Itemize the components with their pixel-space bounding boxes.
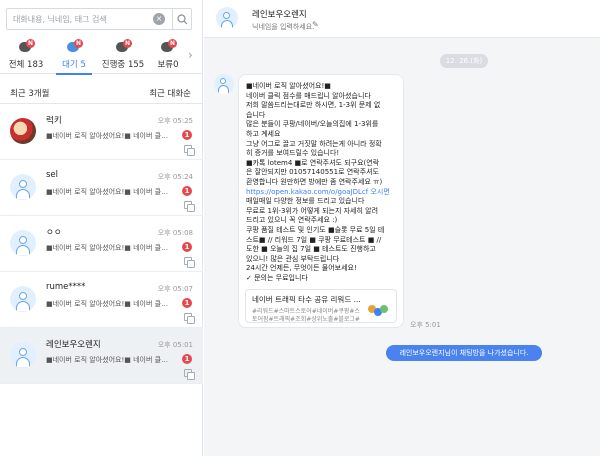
conversation-name: 레인보우오렌지: [46, 340, 101, 350]
search-input[interactable]: [13, 9, 143, 29]
message-line: 하고 계세요: [246, 129, 281, 138]
message-line: 드리고 있으니 꼭 연락주세요 :): [246, 216, 338, 225]
tab-waiting[interactable]: N 대기 5: [52, 38, 96, 75]
card-title: 네이버 트래픽 타수 공유 리워드 ...: [252, 295, 361, 304]
avatar: [214, 74, 234, 94]
conversation-preview: ■네이버 로직 알아셨어요!■ 네이버 클릭 점수■: [46, 132, 171, 140]
tab-in-progress-label: 진행중 155: [101, 60, 145, 70]
conversation-list: 럭키 오후 05:25 ■네이버 로직 알아셨어요!■ 네이버 클릭 점수■ 1…: [0, 104, 203, 384]
message-line: ■카톡 lotem4 ■로 연락주셔도 되구요(연락: [246, 158, 380, 167]
message-line: 히 증거를 보여드릴수 있습니다!: [246, 149, 340, 158]
message-line: 스트■ // 리워드 7일 ■ 쿠팡 무료테스트 ■ //: [246, 235, 382, 244]
conversation-time: 오후 05:07: [157, 285, 193, 293]
card-thumbnail: [366, 295, 390, 319]
message-line: 네이버 클릭 점수를 매드립니 알아셨습니다: [246, 91, 371, 100]
avatar: [10, 230, 36, 256]
message-line: 무료로 1위-3위가 어떻게 되는지 자세히 알려: [246, 206, 379, 215]
clear-icon[interactable]: ×: [153, 13, 165, 25]
message-link[interactable]: https://open.kakao.com/o/goaJDLcf 오시면: [246, 188, 397, 198]
card-description: 토어팜#트래픽#조회#상위노출#블로그#: [252, 316, 360, 323]
unread-badge: 1: [182, 354, 192, 364]
conversation-item[interactable]: 레인보우오렌지 오후 05:01 ■네이버 로직 알아셨어요!■ 네이버 클릭 …: [0, 328, 203, 384]
tab-on-hold-label: 보류0: [157, 60, 179, 70]
avatar: [216, 7, 238, 29]
unread-badge: 1: [182, 130, 192, 140]
conversation-preview: ■네이버 로직 알아셨어요!■ 네이버 클릭 점수■: [46, 300, 171, 308]
conversation-item[interactable]: 럭키 오후 05:25 ■네이버 로직 알아셨어요!■ 네이버 클릭 점수■ 1: [0, 104, 203, 160]
conversation-name: sel: [46, 170, 59, 180]
search-button[interactable]: [172, 9, 192, 29]
date-divider: 12. 26.(화): [440, 54, 488, 68]
conversation-list-panel: × N 전체 183 N 대기 5 N 진행중 155 N 보류0 › 최근 3…: [0, 0, 203, 456]
pencil-icon[interactable]: ✎: [312, 20, 319, 29]
link-preview-card[interactable]: 네이버 트래픽 타수 공유 리워드 ... #리워드#스마트스토어#네이버#쿠팡…: [245, 289, 397, 323]
message-line: 환영합니다 원만하면 방에만 좀 연락주세요 ㅠ): [246, 177, 383, 186]
message-line: 습니다: [246, 110, 266, 119]
avatar: [10, 174, 36, 200]
conversation-time: 오후 05:08: [157, 229, 193, 237]
message-line: 저희 말씀드리는대로만 하시면, 1-3위 문제 없: [246, 101, 381, 110]
period-filter[interactable]: 최근 3개월: [10, 87, 49, 99]
chat-bubble-icon: N: [19, 39, 35, 54]
system-message: 레인보우오렌지님이 채팅방을 나가셨습니다.: [386, 345, 542, 361]
chat-bubble-icon: N: [116, 39, 132, 54]
chevron-right-icon[interactable]: ›: [188, 48, 193, 62]
message-text: ■네이버 로직 알아셨어요!■ 네이버 클릭 점수를 매드립니 알아셨습니다 저희 …: [246, 82, 397, 283]
message-line: 24시간 언제든, 무엇이든 물어보세요!: [246, 264, 357, 273]
search-box: ×: [6, 8, 192, 30]
conversation-time: 오후 05:25: [157, 117, 193, 125]
tab-on-hold[interactable]: N 보류0: [150, 38, 186, 74]
message-line: 많은 분들이 쿠팡/네이버/오늘의집에 1-3위를: [246, 120, 379, 129]
tab-waiting-label: 대기 5: [62, 60, 86, 70]
order-filter[interactable]: 최근 대화순: [149, 87, 191, 99]
message-time: 오후 5:01: [410, 321, 441, 329]
tab-in-progress[interactable]: N 진행중 155: [98, 38, 148, 74]
conversation-item[interactable]: rume**** 오후 05:07 ■네이버 로직 알아셨어요!■ 네이버 클릭…: [0, 272, 203, 328]
copy-icon[interactable]: [184, 145, 195, 156]
copy-icon[interactable]: [184, 257, 195, 268]
conversation-name: rume****: [46, 282, 86, 292]
conversation-preview: ■네이버 로직 알아셨어요!■ 네이버 클릭 점수■: [46, 356, 171, 364]
conversation-preview: ■네이버 로직 알아셨어요!■ 네이버 클릭 점수■: [46, 244, 171, 252]
message-line: 은 잘안되지만 01057140551로 연락주셔도: [246, 168, 379, 177]
chat-panel: 레인보우오렌지 닉네임을 입력하세요. ✎ 12. 26.(화) ■네이버 로직…: [204, 0, 600, 456]
search-icon: [177, 13, 188, 24]
unread-badge: 1: [182, 186, 192, 196]
message-line: 그냥 어그로 끌고 거짓말 하려는게 아니라 정확: [246, 139, 382, 148]
chat-bubble-icon: N: [161, 39, 177, 54]
conversation-time: 오후 05:01: [157, 341, 193, 349]
chat-title: 레인보우오렌지: [252, 10, 307, 20]
message-line: 쿠팡 품질 테스트 및 인기도 ■슬롯 무료 5일 테: [246, 225, 385, 234]
tab-all-label: 전체 183: [8, 60, 44, 70]
conversation-preview: ■네이버 로직 알아셨어요!■ 네이버 클릭 점수■: [46, 188, 171, 196]
conversation-name: 럭키: [46, 116, 62, 126]
tab-all[interactable]: N 전체 183: [4, 38, 48, 74]
nickname-field[interactable]: 닉네임을 입력하세요.: [252, 22, 314, 32]
avatar: [10, 118, 36, 144]
chat-header: 레인보우오렌지 닉네임을 입력하세요. ✎: [204, 0, 600, 38]
message-line: 매일매일 다양한 정보를 드리고 있습니다: [246, 197, 365, 206]
avatar: [10, 286, 36, 312]
message-line: 도한 ■ 오늘의 집 7일 ■ 테스트도 진행하고: [246, 245, 376, 254]
chat-bubble-icon: N: [67, 39, 83, 54]
copy-icon[interactable]: [184, 369, 195, 380]
conversation-time: 오후 05:24: [157, 173, 193, 181]
conversation-item[interactable]: sel 오후 05:24 ■네이버 로직 알아셨어요!■ 네이버 클릭 점수■ …: [0, 160, 203, 216]
status-tabs: N 전체 183 N 대기 5 N 진행중 155 N 보류0 ›: [0, 38, 203, 75]
message-line: ✓ 문의는 무료입니다: [246, 273, 308, 282]
conversation-name: ㅇㅇ: [46, 228, 62, 238]
sort-bar: 최근 3개월 최근 대화순: [0, 82, 203, 104]
message-line: ■네이버 로직 알아셨어요!■: [246, 82, 331, 90]
conversation-item[interactable]: ㅇㅇ 오후 05:08 ■네이버 로직 알아셨어요!■ 네이버 클릭 점수■ 1: [0, 216, 203, 272]
message-bubble: ■네이버 로직 알아셨어요!■ 네이버 클릭 점수를 매드립니 알아셨습니다 저희 …: [238, 74, 404, 328]
unread-badge: 1: [182, 298, 192, 308]
copy-icon[interactable]: [184, 313, 195, 324]
message-line: 있으니! 많은 관심 부탁드립니다: [246, 254, 340, 263]
unread-badge: 1: [182, 242, 192, 252]
copy-icon[interactable]: [184, 201, 195, 212]
avatar: [10, 342, 36, 368]
